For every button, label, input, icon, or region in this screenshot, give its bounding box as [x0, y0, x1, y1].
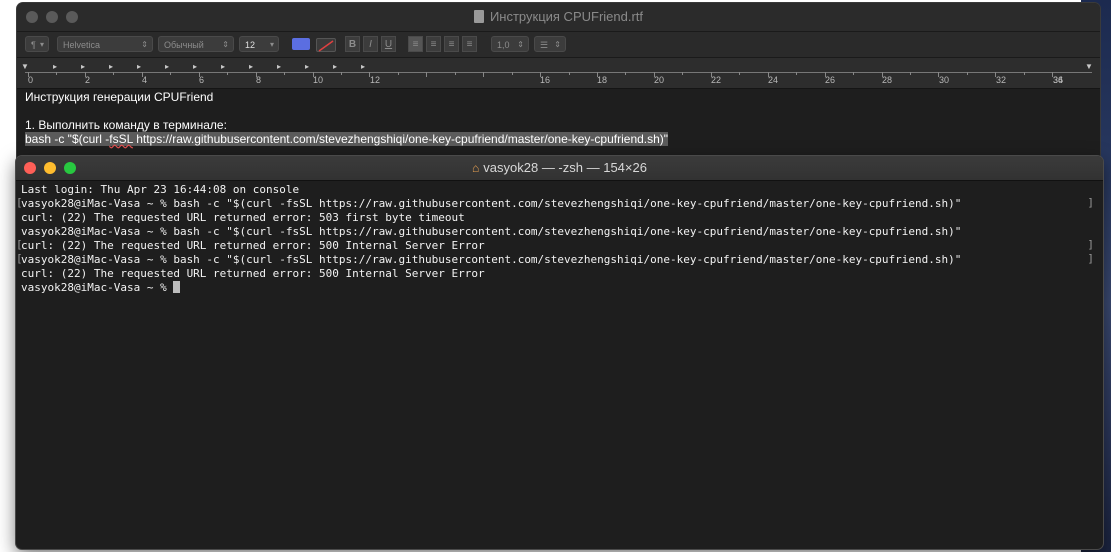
terminal-line: curl: (22) The requested URL returned er…: [21, 267, 485, 280]
align-left-button[interactable]: ≡: [408, 36, 423, 52]
mark-bracket-right: ]: [1087, 252, 1094, 265]
home-icon: ⌂: [472, 161, 480, 175]
doc-heading: Инструкция генерации CPUFriend: [25, 90, 214, 104]
textedit-window: Инструкция CPUFriend.rtf ¶ ▾ Helvetica ⇕ О…: [17, 3, 1100, 163]
mark-bracket-right: ]: [1087, 238, 1094, 251]
ruler-tick: [682, 72, 684, 75]
ruler-tick: [397, 72, 399, 75]
window-title: Инструкция CPUFriend.rtf: [17, 9, 1100, 24]
font-size-field[interactable]: 12 ▾: [239, 36, 279, 52]
terminal-prompt-line: vasyok28@iMac-Vasa ~ %: [21, 281, 181, 295]
window-title: ⌂ vasyok28 — -zsh — 154×26: [472, 160, 647, 175]
ruler[interactable]: ▼ ▸ ▸ ▸ ▸ ▸ ▸ ▸ ▸ ▸ ▸ ▸ ▸ ▼ 0 2 4 6 8 10 12 16 1…: [17, 58, 1100, 89]
terminal-window: ⌂ vasyok28 — -zsh — 154×26 Last login: Th…: [16, 156, 1103, 549]
textedit-titlebar[interactable]: Инструкция CPUFriend.rtf: [17, 3, 1100, 32]
ruler-tick: [340, 72, 342, 75]
terminal-line: vasyok28@iMac-Vasa ~ % bash -c "$(curl -…: [21, 225, 962, 238]
ruler-tick: [909, 72, 911, 75]
format-toolbar: ¶ ▾ Helvetica ⇕ Обычный ⇕ 12 ▾ B I U ≡ ≡ ≡ ≡…: [17, 32, 1100, 58]
ruler-tick: [227, 72, 229, 75]
ruler-tick: [568, 72, 570, 75]
background-color-well[interactable]: [316, 38, 336, 52]
ruler-tick: [454, 72, 456, 75]
line-spacing-popup[interactable]: 1,0 ⇕: [491, 36, 529, 52]
document-icon: [473, 10, 484, 23]
right-margin-marker[interactable]: ▼: [1085, 62, 1093, 71]
list-style-popup[interactable]: ☰ ⇕: [534, 36, 566, 52]
ruler-tick: [113, 72, 115, 75]
ruler-number: 26: [825, 75, 836, 85]
text-cursor: [173, 281, 181, 293]
ruler-tick: [483, 72, 485, 77]
ruler-number: 4: [142, 75, 148, 85]
paragraph-style-popup[interactable]: ¶ ▾: [25, 36, 49, 52]
terminal-output[interactable]: Last login: Thu Apr 23 16:44:08 on conso…: [16, 181, 1103, 549]
ruler-number: 24: [768, 75, 779, 85]
mark-bracket-right: ]: [1087, 196, 1094, 209]
tab-stops: ▼ ▸ ▸ ▸ ▸ ▸ ▸ ▸ ▸ ▸ ▸ ▸ ▸ ▼: [21, 62, 1093, 71]
italic-button[interactable]: I: [363, 36, 378, 52]
ruler-number: 28: [882, 75, 893, 85]
align-center-button[interactable]: ≡: [426, 36, 441, 52]
ruler-number: 8: [256, 75, 262, 85]
align-right-button[interactable]: ≡: [444, 36, 459, 52]
doc-command: bash -c "$(curl -fsSL https://raw.github…: [25, 132, 669, 146]
ruler-number: 0: [28, 75, 34, 85]
ruler-number: 32: [996, 75, 1007, 85]
bold-button[interactable]: B: [345, 36, 360, 52]
document-text[interactable]: Инструкция генерации CPUFriend 1. Выполн…: [17, 89, 1100, 163]
ruler-number: 22: [711, 75, 722, 85]
ruler-tick: [511, 72, 513, 75]
terminal-line: curl: (22) The requested URL returned er…: [21, 239, 485, 252]
ruler-number: 18: [597, 75, 608, 85]
first-line-indent-marker[interactable]: ▼: [21, 62, 29, 71]
font-family-popup[interactable]: Helvetica ⇕: [57, 36, 153, 52]
terminal-line: Last login: Thu Apr 23 16:44:08 on conso…: [21, 183, 300, 196]
ruler-tick: [625, 72, 627, 75]
terminal-titlebar[interactable]: ⌂ vasyok28 — -zsh — 154×26: [16, 156, 1103, 181]
terminal-line: vasyok28@iMac-Vasa ~ % bash -c "$(curl -…: [21, 197, 962, 210]
ruler-tick: [426, 72, 428, 77]
ruler-number: 30: [939, 75, 950, 85]
text-color-well[interactable]: [292, 38, 310, 50]
ruler-number: 12: [370, 75, 381, 85]
no-color-icon: [318, 40, 334, 52]
ruler-tick: [56, 72, 58, 75]
terminal-line: vasyok28@iMac-Vasa ~ % bash -c "$(curl -…: [21, 253, 962, 266]
ruler-tick: [853, 72, 855, 75]
ruler-number: 6: [199, 75, 205, 85]
terminal-line: curl: (22) The requested URL returned er…: [21, 211, 465, 224]
ruler-tick: [284, 72, 286, 75]
ruler-tick: [1023, 72, 1025, 75]
ruler-number: 36: [1053, 75, 1064, 85]
font-style-popup[interactable]: Обычный ⇕: [158, 36, 234, 52]
ruler-number: 16: [540, 75, 551, 85]
ruler-tick: [739, 72, 741, 75]
ruler-number: 10: [313, 75, 324, 85]
ruler-number: 2: [85, 75, 91, 85]
ruler-number: 20: [654, 75, 665, 85]
underline-button[interactable]: U: [381, 36, 396, 52]
ruler-tick: [966, 72, 968, 75]
justify-button[interactable]: ≡: [462, 36, 477, 52]
doc-step: 1. Выполнить команду в терминале:: [25, 118, 227, 132]
ruler-tick: [796, 72, 798, 75]
ruler-tick: [170, 72, 172, 75]
